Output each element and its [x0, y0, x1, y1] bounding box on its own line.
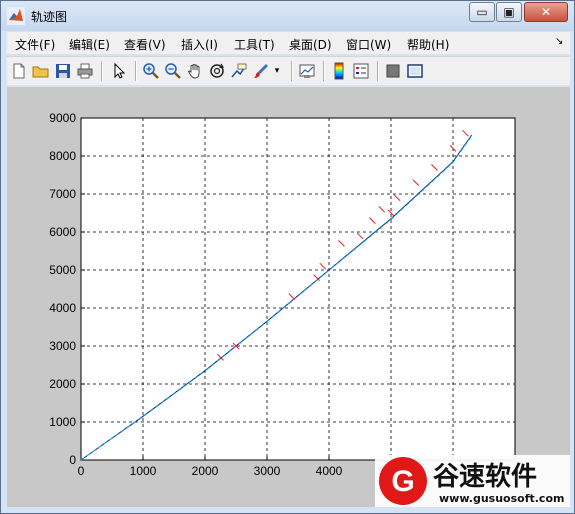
title-bar[interactable]: 轨迹图 ▭ ▣ ✕ [1, 1, 574, 31]
zoom-out-icon[interactable] [163, 61, 183, 81]
menu-bar: 文件(F) 编辑(E) 查看(V) 插入(I) 工具(T) 桌面(D) 窗口(W… [7, 32, 570, 54]
x-tick-label: 2000 [192, 464, 219, 478]
watermark-brand: 谷速软件 [433, 462, 537, 492]
new-file-icon[interactable] [9, 61, 29, 81]
link-plot-icon[interactable] [297, 61, 317, 81]
data-cursor-icon[interactable] [229, 61, 249, 81]
y-tick-label: 1000 [49, 415, 76, 429]
maximize-button[interactable]: ▣ [496, 2, 522, 22]
show-plot-tools-icon[interactable] [405, 61, 425, 81]
matlab-logo-icon [7, 7, 25, 25]
close-button[interactable]: ✕ [524, 2, 568, 22]
brush-icon[interactable] [251, 61, 271, 81]
zoom-in-icon[interactable] [141, 61, 161, 81]
y-tick-label: 6000 [49, 225, 76, 239]
colorbar-icon[interactable] [329, 61, 349, 81]
figure-window: 轨迹图 ▭ ▣ ✕ 文件(F) 编辑(E) 查看(V) 插入(I) 工具(T) … [0, 0, 575, 514]
menu-help[interactable]: 帮助(H) [407, 36, 449, 53]
menu-desktop[interactable]: 桌面(D) [289, 36, 332, 53]
x-tick-label: 3000 [254, 464, 281, 478]
print-icon[interactable] [75, 61, 95, 81]
x-tick-label: 0 [78, 464, 85, 478]
y-tick-label: 3000 [49, 339, 76, 353]
maximize-icon: ▣ [503, 5, 515, 19]
x-tick-label: 1000 [130, 464, 157, 478]
y-tick-label: 2000 [49, 377, 76, 391]
minimize-icon: ▭ [476, 5, 488, 19]
y-tick-label: 4000 [49, 301, 76, 315]
hide-plot-tools-icon[interactable] [383, 61, 403, 81]
menu-insert[interactable]: 插入(I) [181, 36, 218, 53]
x-tick-label: 4000 [316, 464, 343, 478]
menu-window[interactable]: 窗口(W) [346, 36, 391, 53]
open-folder-icon[interactable] [31, 61, 51, 81]
y-tick-label: 8000 [49, 149, 76, 163]
chart-svg[interactable]: 0 1000 2000 3000 4000 5000 6000 0 1000 2000 3000 40… [7, 87, 570, 507]
menu-dock-arrow-icon[interactable]: ↘ [555, 36, 563, 47]
menu-tools[interactable]: 工具(T) [234, 36, 275, 53]
save-icon[interactable] [53, 61, 73, 81]
brush-dropdown-icon[interactable]: ▾ [271, 61, 283, 81]
y-tick-label: 5000 [49, 263, 76, 277]
window-title: 轨迹图 [31, 10, 68, 24]
y-tick-label: 7000 [49, 187, 76, 201]
axes-box [80, 117, 516, 461]
figure-canvas: 0 1000 2000 3000 4000 5000 6000 0 1000 2000 3000 40… [7, 87, 570, 507]
y-tick-label: 9000 [49, 111, 76, 125]
pan-hand-icon[interactable] [185, 61, 205, 81]
figure-toolbar: ▾ [7, 56, 570, 85]
menu-view[interactable]: 查看(V) [124, 36, 166, 53]
y-tick-label: 0 [69, 453, 76, 467]
menu-file[interactable]: 文件(F) [15, 36, 55, 53]
legend-icon[interactable] [351, 61, 371, 81]
rotate-3d-icon[interactable] [207, 61, 227, 81]
watermark-url: www.gusuosoft.com [439, 492, 564, 505]
menu-edit[interactable]: 编辑(E) [69, 36, 110, 53]
watermark-logo-letter: G [391, 465, 414, 498]
pointer-icon[interactable] [109, 61, 129, 81]
minimize-button[interactable]: ▭ [469, 2, 495, 22]
close-icon: ✕ [540, 5, 552, 19]
